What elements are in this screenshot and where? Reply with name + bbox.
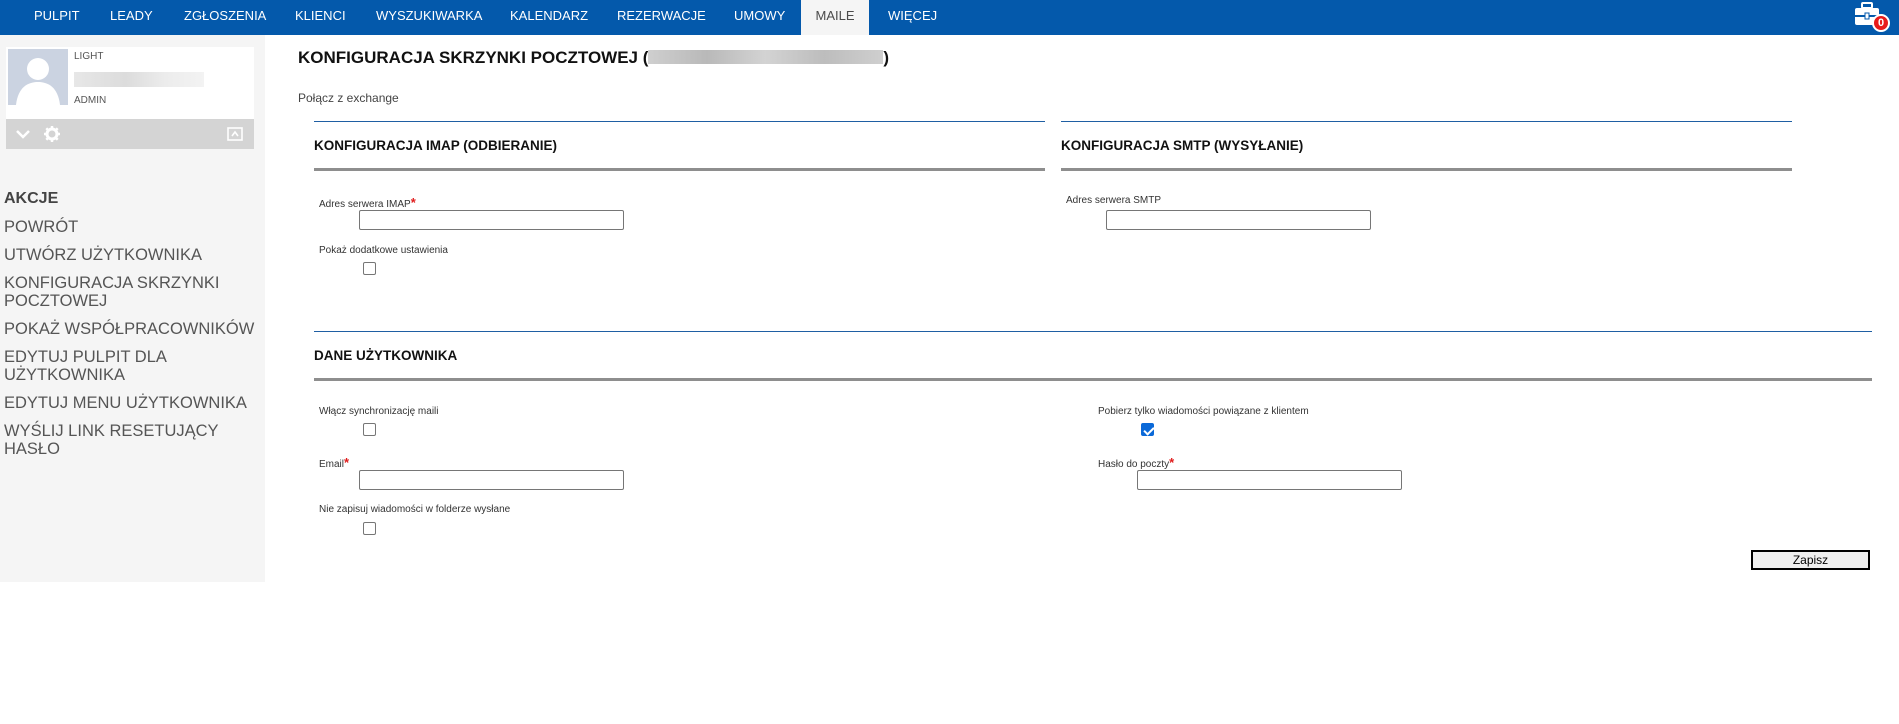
show-more-settings-checkbox[interactable] [363, 262, 376, 275]
imap-server-label: Adres serwera IMAP* [319, 195, 416, 210]
smtp-section-title: KONFIGURACJA SMTP (WYSYŁANIE) [1061, 138, 1304, 153]
imap-server-label-text: Adres serwera IMAP [319, 199, 411, 210]
sync-mails-label: Włącz synchronizację maili [319, 406, 439, 417]
sidebar-item-mailbox-config[interactable]: KONFIGURACJA SKRZYNKI POCZTOWEJ [4, 274, 264, 310]
show-more-settings-label: Pokaż dodatkowe ustawienia [319, 245, 448, 256]
actions-heading: AKCJE [4, 190, 59, 207]
user-role-top: LIGHT [74, 51, 104, 62]
mail-password-label: Hasło do poczty* [1098, 455, 1174, 470]
client-only-checkbox[interactable] [1141, 423, 1154, 436]
email-input[interactable] [359, 470, 624, 490]
nav-item-pulpit[interactable]: PULPIT [34, 0, 80, 35]
redacted-user-name [74, 72, 204, 87]
smtp-server-input[interactable] [1106, 210, 1371, 230]
page-title-text: KONFIGURACJA SKRZYNKI POCZTOWEJ ( [298, 48, 649, 67]
nav-item-kalendarz[interactable]: KALENDARZ [510, 0, 588, 35]
email-label-text: Email [319, 459, 345, 470]
nav-item-wiecej[interactable]: WIĘCEJ [888, 0, 937, 35]
page-title: KONFIGURACJA SKRZYNKI POCZTOWEJ () [298, 48, 889, 68]
nav-item-zgloszenia[interactable]: ZGŁOSZENIA [184, 0, 266, 35]
sync-mails-checkbox[interactable] [363, 423, 376, 436]
imap-section-title: KONFIGURACJA IMAP (ODBIERANIE) [314, 138, 558, 153]
mail-password-label-text: Hasło do poczty [1098, 459, 1170, 470]
user-silhouette-icon [8, 49, 68, 105]
top-navigation-bar: PULPIT LEADY ZGŁOSZENIA KLIENCI WYSZUKIW… [0, 0, 1899, 35]
nav-item-rezerwacje[interactable]: REZERWACJE [617, 0, 706, 35]
sidebar: LIGHT ADMIN AKCJE POWRÓT UTWÓRZ UŻYTKOWN… [0, 35, 265, 582]
no-save-sent-checkbox[interactable] [363, 522, 376, 535]
required-marker: * [410, 195, 416, 210]
redacted-mailbox-name [648, 50, 884, 64]
required-marker: * [1169, 455, 1175, 470]
no-save-sent-label: Nie zapisuj wiadomości w folderze wysłan… [319, 504, 511, 515]
nav-item-leady[interactable]: LEADY [110, 0, 153, 35]
user-card-toolbar [6, 119, 254, 149]
smtp-section-underline [1061, 168, 1792, 171]
chevron-down-icon[interactable] [14, 125, 32, 143]
sidebar-item-powrot[interactable]: POWRÓT [4, 218, 264, 236]
notification-badge: 0 [1872, 14, 1890, 32]
collapse-panel-icon[interactable] [226, 125, 244, 143]
sidebar-item-send-reset-link[interactable]: WYŚLIJ LINK RESETUJĄCY HASŁO [4, 422, 264, 458]
sidebar-item-edit-menu[interactable]: EDYTUJ MENU UŻYTKOWNIKA [4, 394, 264, 412]
sidebar-item-create-user[interactable]: UTWÓRZ UŻYTKOWNIKA [4, 246, 264, 264]
mail-password-input[interactable] [1137, 470, 1402, 490]
smtp-server-label: Adres serwera SMTP [1066, 195, 1162, 206]
userdata-section-divider [314, 331, 1872, 332]
nav-item-umowy[interactable]: UMOWY [734, 0, 785, 35]
page-title-close: ) [883, 48, 890, 67]
userdata-section-title: DANE UŻYTKOWNIKA [314, 348, 458, 363]
user-role-bottom: ADMIN [74, 95, 107, 106]
save-button[interactable]: Zapisz [1751, 550, 1870, 570]
user-card: LIGHT ADMIN [6, 47, 254, 149]
toolbox-button[interactable]: 0 [1853, 1, 1890, 33]
nav-item-klienci[interactable]: KLIENCI [295, 0, 346, 35]
imap-section-divider [314, 121, 1045, 122]
sidebar-item-show-coworkers[interactable]: POKAŻ WSPÓŁPRACOWNIKÓW [4, 320, 264, 338]
imap-section-underline [314, 168, 1045, 171]
nav-item-wyszukiwarka[interactable]: WYSZUKIWARKA [376, 0, 482, 35]
avatar [8, 49, 68, 105]
userdata-section-underline [314, 378, 1872, 381]
gear-icon[interactable] [43, 125, 61, 143]
smtp-section-divider [1061, 121, 1792, 122]
required-marker: * [344, 455, 350, 470]
nav-item-maile[interactable]: MAILE [801, 0, 869, 35]
client-only-label: Pobierz tylko wiadomości powiązane z kli… [1098, 406, 1309, 417]
imap-server-input[interactable] [359, 210, 624, 230]
email-label: Email* [319, 455, 349, 470]
connect-exchange-link[interactable]: Połącz z exchange [298, 91, 399, 105]
sidebar-item-edit-dashboard[interactable]: EDYTUJ PULPIT DLA UŻYTKOWNIKA [4, 348, 264, 384]
